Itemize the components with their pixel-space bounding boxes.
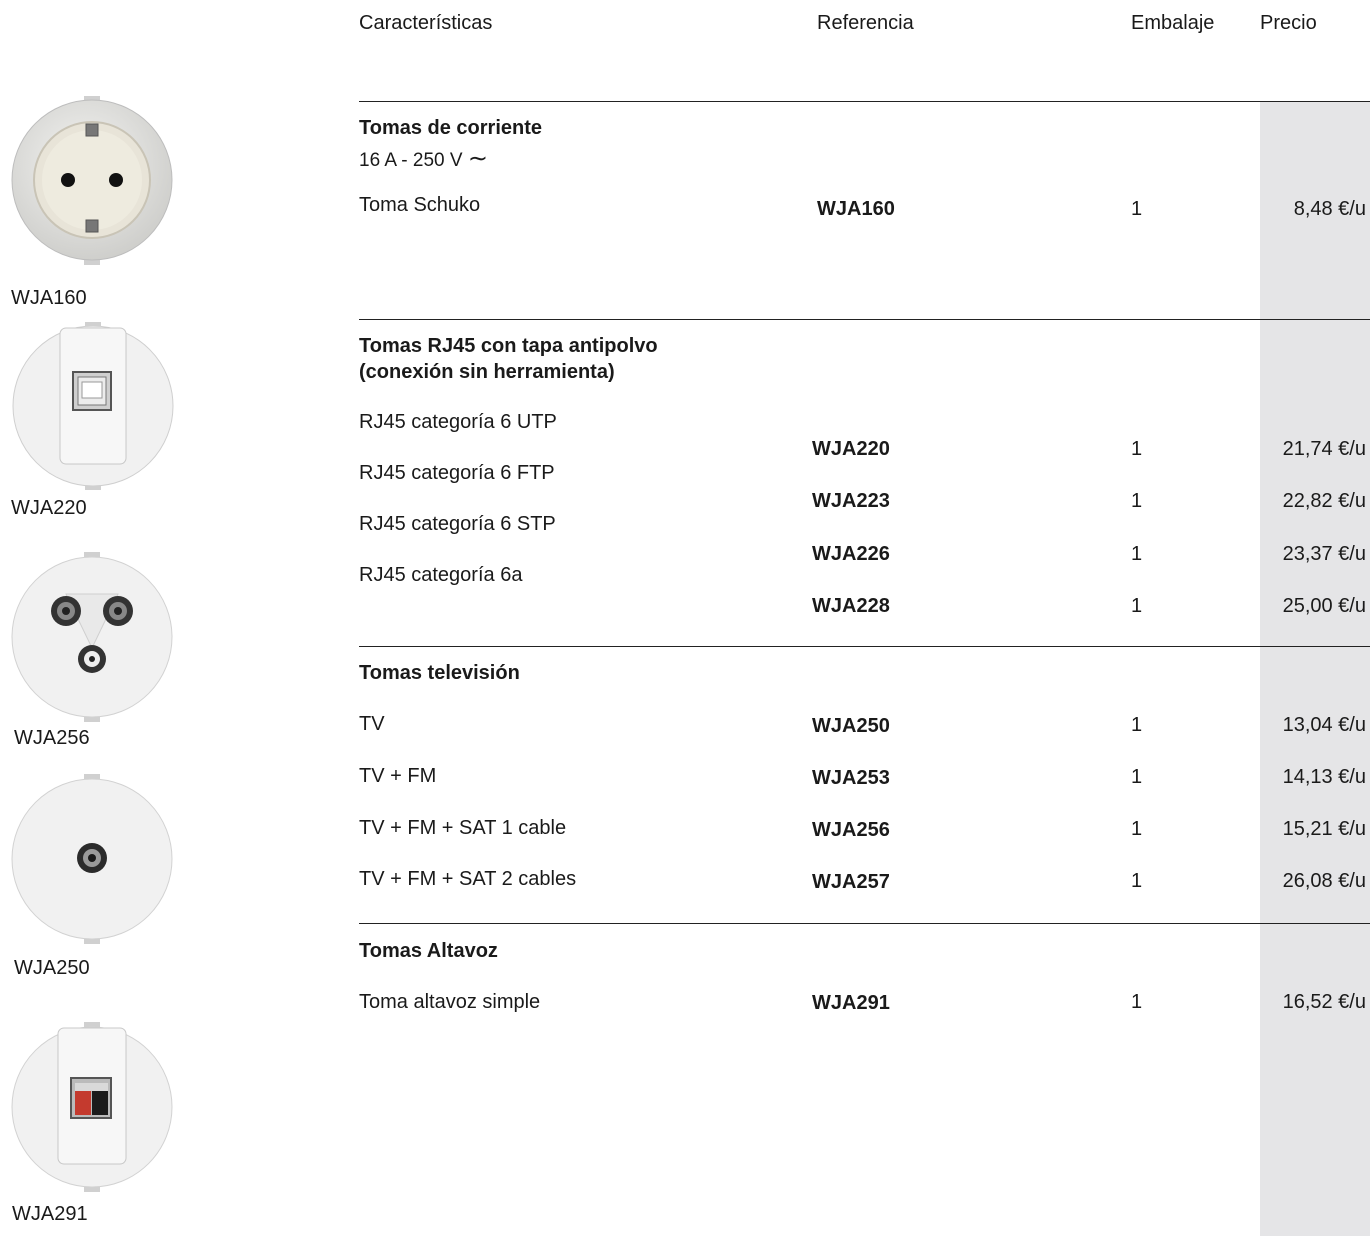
header-caracteristicas: Características (359, 12, 493, 34)
section-title: Tomas de corriente (359, 117, 543, 139)
section-title: Tomas Altavoz (359, 940, 498, 962)
row-reference: WJA160 (817, 198, 895, 220)
row-description: Toma altavoz simple (359, 991, 541, 1013)
row-quantity: 1 (1131, 991, 1143, 1013)
section-title: (conexión sin herramienta) (359, 361, 615, 383)
row-price: 13,04 €/u (1282, 714, 1366, 736)
row-quantity: 1 (1131, 595, 1143, 617)
schuko-socket-icon (11, 96, 173, 265)
section-title: Tomas RJ45 con tapa antipolvo (359, 335, 658, 357)
section-divider (359, 101, 1370, 102)
rj45-socket-icon (12, 322, 174, 490)
image-label: WJA220 (11, 497, 87, 519)
image-label: WJA250 (14, 957, 90, 979)
section-title: Tomas televisión (359, 662, 520, 684)
row-description: Toma Schuko (359, 194, 481, 216)
image-label: WJA291 (12, 1203, 88, 1225)
row-quantity: 1 (1131, 198, 1143, 220)
row-description: RJ45 categoría 6 FTP (359, 462, 555, 484)
tv-socket-icon (11, 774, 173, 944)
price-column-background (1260, 101, 1370, 1236)
row-price: 21,74 €/u (1282, 438, 1366, 460)
ac-symbol: ∼ (467, 145, 488, 172)
header-referencia: Referencia (817, 12, 914, 34)
row-quantity: 1 (1131, 766, 1143, 788)
header-precio: Precio (1260, 12, 1317, 34)
row-quantity: 1 (1131, 543, 1143, 565)
section-divider (359, 319, 1370, 320)
row-description: TV + FM + SAT 1 cable (359, 817, 567, 839)
section-subtitle: 16 A - 250 V ∼ (359, 144, 488, 173)
row-price: 26,08 €/u (1282, 870, 1366, 892)
row-reference: WJA250 (812, 715, 890, 737)
tv-fm-sat-socket-icon (11, 552, 173, 722)
row-price: 15,21 €/u (1282, 818, 1366, 840)
row-quantity: 1 (1131, 438, 1143, 460)
row-description: TV (359, 713, 385, 735)
row-quantity: 1 (1131, 818, 1143, 840)
section-divider (359, 923, 1370, 924)
row-description: RJ45 categoría 6 STP (359, 513, 556, 535)
row-price: 25,00 €/u (1282, 595, 1366, 617)
row-price: 23,37 €/u (1282, 543, 1366, 565)
section-divider (359, 646, 1370, 647)
row-reference: WJA256 (812, 819, 890, 841)
row-description: TV + FM + SAT 2 cables (359, 868, 577, 890)
row-reference: WJA291 (812, 992, 890, 1014)
row-price: 16,52 €/u (1282, 991, 1366, 1013)
row-reference: WJA226 (812, 543, 890, 565)
speaker-socket-icon (11, 1022, 173, 1192)
row-quantity: 1 (1131, 870, 1143, 892)
image-label: WJA256 (14, 727, 90, 749)
image-label: WJA160 (11, 287, 87, 309)
row-reference: WJA220 (812, 438, 890, 460)
row-reference: WJA257 (812, 871, 890, 893)
row-description: RJ45 categoría 6a (359, 564, 523, 586)
row-quantity: 1 (1131, 714, 1143, 736)
row-reference: WJA253 (812, 767, 890, 789)
row-description: TV + FM (359, 765, 437, 787)
voltage-rating: 16 A - 250 V (359, 150, 463, 171)
row-price: 8,48 €/u (1293, 198, 1366, 220)
header-embalaje: Embalaje (1131, 12, 1215, 34)
row-reference: WJA223 (812, 490, 890, 512)
row-description: RJ45 categoría 6 UTP (359, 411, 557, 433)
row-quantity: 1 (1131, 490, 1143, 512)
row-price: 22,82 €/u (1282, 490, 1366, 512)
row-price: 14,13 €/u (1282, 766, 1366, 788)
row-reference: WJA228 (812, 595, 890, 617)
